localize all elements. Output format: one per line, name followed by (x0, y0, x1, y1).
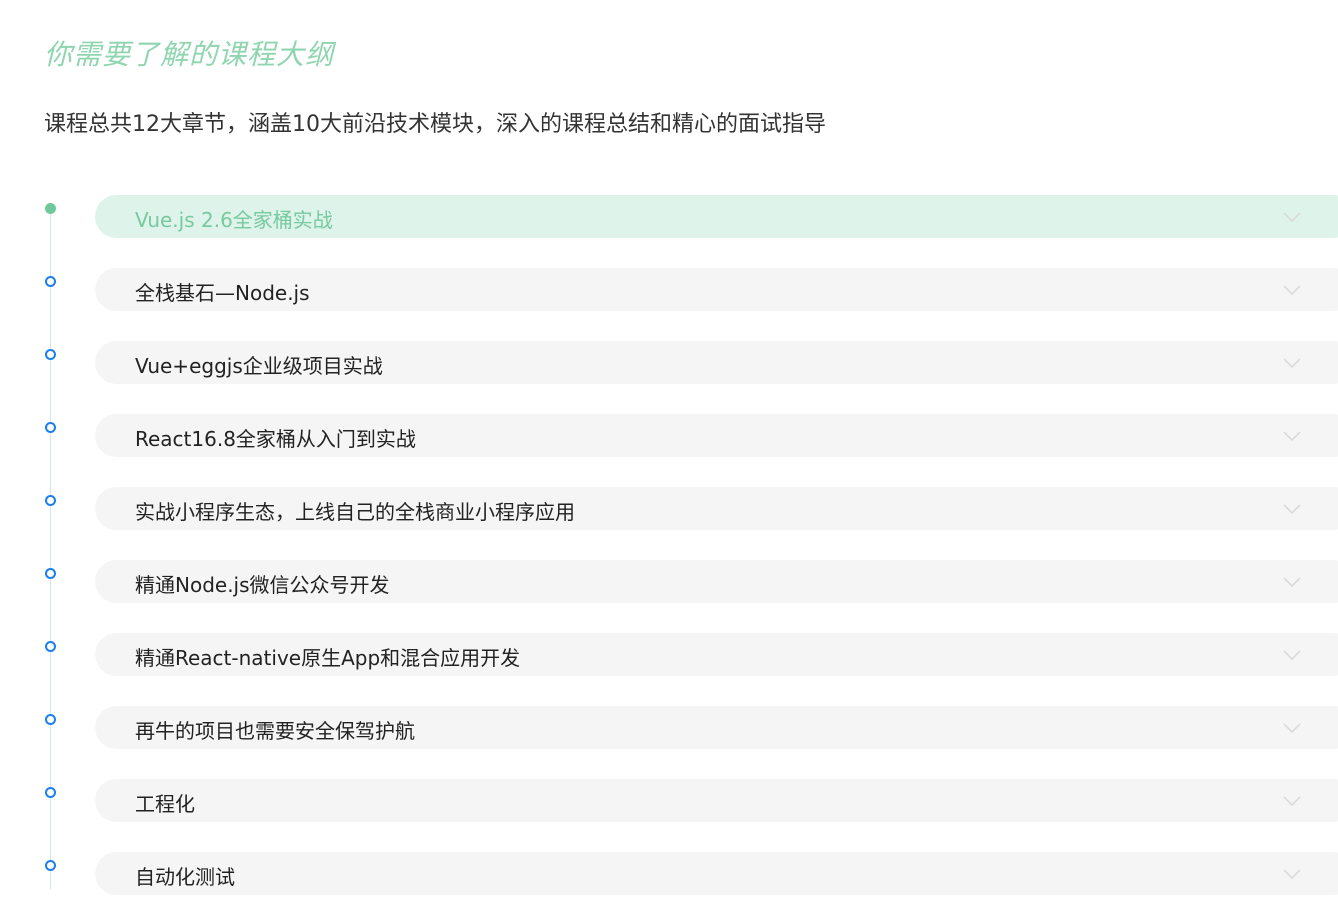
page-title: 你需要了解的课程大纲 (44, 38, 335, 71)
chevron-down-icon[interactable] (1282, 280, 1302, 300)
chapter-accordion-header[interactable]: 精通React-native原生App和混合应用开发 (95, 633, 1338, 676)
chapter-row: React16.8全家桶从入门到实战 (0, 414, 1338, 487)
chapter-timeline: Vue.js 2.6全家桶实战 全栈基石—Node.js Vue+eggjs企业… (0, 195, 1338, 900)
page-subtitle: 课程总共12大章节，涵盖10大前沿技术模块，深入的课程总结和精心的面试指导 (44, 112, 826, 137)
chevron-down-icon[interactable] (1282, 572, 1302, 592)
timeline-dot-icon (45, 568, 56, 579)
chapter-accordion-header[interactable]: 精通Node.js微信公众号开发 (95, 560, 1338, 603)
chapter-row: 自动化测试 (0, 852, 1338, 900)
chevron-down-icon[interactable] (1282, 353, 1302, 373)
chevron-down-icon[interactable] (1282, 207, 1302, 227)
chevron-down-icon[interactable] (1282, 645, 1302, 665)
chapter-label: 工程化 (135, 792, 195, 816)
chevron-down-icon[interactable] (1282, 499, 1302, 519)
timeline-dot-icon (45, 349, 56, 360)
chapter-label: Vue.js 2.6全家桶实战 (135, 208, 333, 232)
chevron-down-icon[interactable] (1282, 718, 1302, 738)
timeline-dot-icon (45, 641, 56, 652)
timeline-dot-icon (45, 787, 56, 798)
chapter-label: 精通React-native原生App和混合应用开发 (135, 646, 521, 670)
chapter-row: Vue.js 2.6全家桶实战 (0, 195, 1338, 268)
chapter-label: 实战小程序生态，上线自己的全栈商业小程序应用 (135, 500, 575, 524)
timeline-dot-icon (45, 276, 56, 287)
chapter-accordion-header[interactable]: Vue.js 2.6全家桶实战 (95, 195, 1338, 238)
chapter-accordion-header[interactable]: 自动化测试 (95, 852, 1338, 895)
timeline-dot-icon (45, 422, 56, 433)
chapter-accordion-header[interactable]: 实战小程序生态，上线自己的全栈商业小程序应用 (95, 487, 1338, 530)
chapter-label: 再牛的项目也需要安全保驾护航 (135, 719, 415, 743)
chapter-row: 全栈基石—Node.js (0, 268, 1338, 341)
chapter-accordion-header[interactable]: Vue+eggjs企业级项目实战 (95, 341, 1338, 384)
chapter-label: 精通Node.js微信公众号开发 (135, 573, 390, 597)
timeline-dot-icon (45, 495, 56, 506)
chevron-down-icon[interactable] (1282, 791, 1302, 811)
chapter-row: 实战小程序生态，上线自己的全栈商业小程序应用 (0, 487, 1338, 560)
chapter-row: 精通React-native原生App和混合应用开发 (0, 633, 1338, 706)
chapter-label: 全栈基石—Node.js (135, 281, 310, 305)
chapter-accordion-header[interactable]: React16.8全家桶从入门到实战 (95, 414, 1338, 457)
chapter-row: Vue+eggjs企业级项目实战 (0, 341, 1338, 414)
chevron-down-icon[interactable] (1282, 864, 1302, 884)
chevron-down-icon[interactable] (1282, 426, 1302, 446)
chapter-label: Vue+eggjs企业级项目实战 (135, 354, 383, 378)
timeline-dot-icon (45, 714, 56, 725)
timeline-dot-icon (45, 203, 56, 214)
chapter-row: 精通Node.js微信公众号开发 (0, 560, 1338, 633)
timeline-dot-icon (45, 860, 56, 871)
chapter-accordion-header[interactable]: 工程化 (95, 779, 1338, 822)
course-outline-page: 你需要了解的课程大纲 课程总共12大章节，涵盖10大前沿技术模块，深入的课程总结… (0, 0, 1338, 900)
chapter-accordion-header[interactable]: 再牛的项目也需要安全保驾护航 (95, 706, 1338, 749)
chapter-row: 工程化 (0, 779, 1338, 852)
chapter-accordion-header[interactable]: 全栈基石—Node.js (95, 268, 1338, 311)
chapter-row: 再牛的项目也需要安全保驾护航 (0, 706, 1338, 779)
chapter-label: 自动化测试 (135, 865, 235, 889)
chapter-label: React16.8全家桶从入门到实战 (135, 427, 416, 451)
